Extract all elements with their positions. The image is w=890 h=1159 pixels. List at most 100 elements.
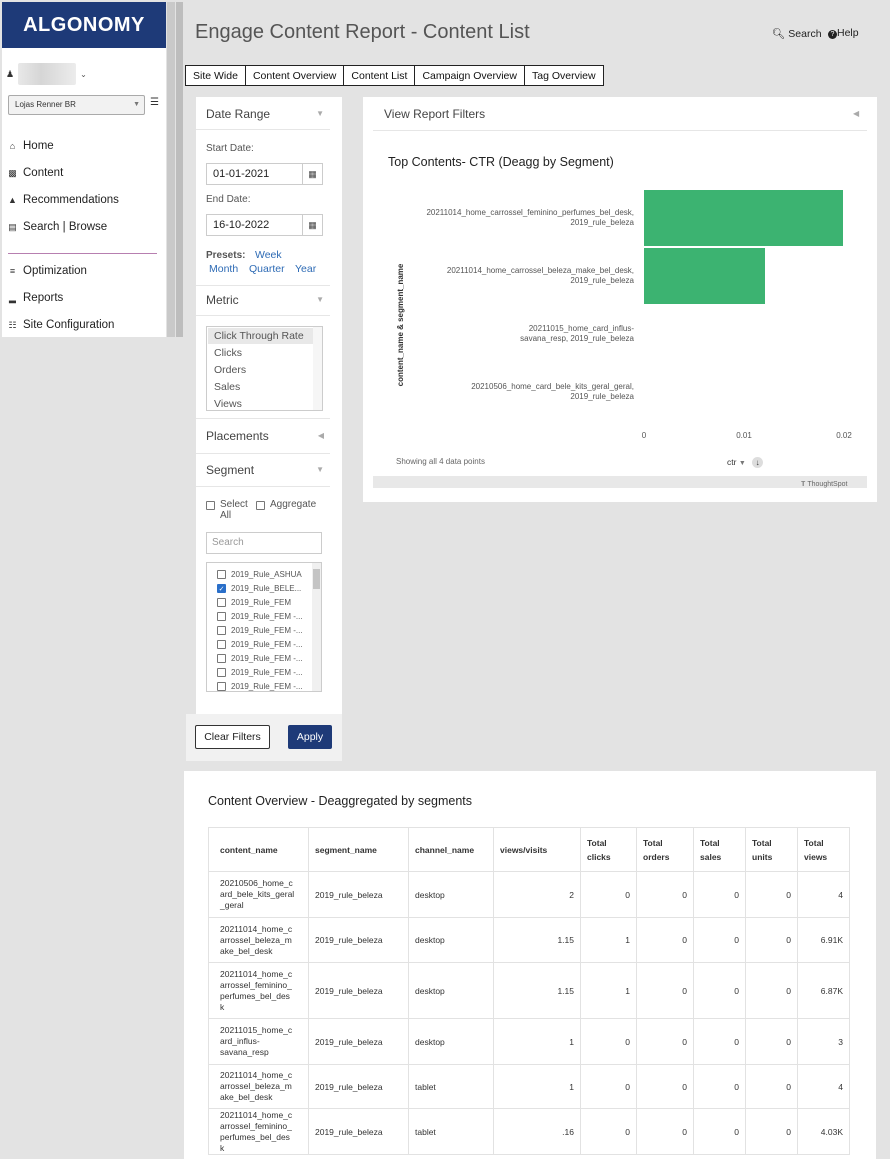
- select-all-toggle[interactable]: Select All: [206, 499, 258, 521]
- checkbox[interactable]: [217, 598, 226, 607]
- list-icon[interactable]: ☰: [150, 97, 159, 108]
- checkbox[interactable]: [217, 654, 226, 663]
- sidebar: ALGONOMY ♟ ⌄ Lojas Renner BR ▼ ☰ ⌂ Home ▩…: [2, 2, 166, 337]
- metric-scrollbar[interactable]: [313, 327, 322, 410]
- end-date-input[interactable]: 16-10-2022: [206, 214, 303, 236]
- help-link[interactable]: ? Help: [828, 27, 859, 39]
- checkbox[interactable]: [217, 668, 226, 677]
- sidebar-item-content[interactable]: ▩ Content: [8, 164, 63, 182]
- checkbox[interactable]: [206, 501, 215, 510]
- table-row[interactable]: 20211014_home_c arrossel_beleza_m ake_be…: [208, 917, 850, 963]
- sidebar-item-site-configuration[interactable]: ☷ Site Configuration: [8, 316, 114, 334]
- segment-list[interactable]: 2019_Rule_ASHUA ✓ 2019_Rule_BELE... 2019_…: [206, 562, 322, 692]
- user-icon: ♟: [6, 68, 15, 79]
- checkbox[interactable]: [217, 626, 226, 635]
- site-select[interactable]: Lojas Renner BR ▼: [8, 95, 145, 115]
- chevron-left-icon[interactable]: ◀: [318, 431, 324, 440]
- table-cell: 0: [693, 962, 746, 1019]
- sidebar-item-reports[interactable]: ▂ Reports: [8, 289, 63, 307]
- segment-option[interactable]: 2019_Rule_FEM -...: [217, 612, 303, 621]
- start-date-input[interactable]: 01-01-2021: [206, 163, 303, 185]
- segment-header[interactable]: Segment: [206, 463, 254, 477]
- column-header[interactable]: content_name: [208, 827, 309, 872]
- checkbox[interactable]: [256, 501, 265, 510]
- metric-option[interactable]: Views: [214, 398, 242, 410]
- calendar-icon[interactable]: ▦: [303, 214, 323, 236]
- metric-option[interactable]: Clicks: [214, 347, 242, 359]
- segment-option[interactable]: 2019_Rule_FEM -...: [217, 654, 303, 663]
- column-header[interactable]: Total orders: [636, 827, 694, 872]
- table-row[interactable]: 20211014_home_c arrossel_feminino_ perfu…: [208, 1108, 850, 1155]
- checkbox[interactable]: [217, 612, 226, 621]
- x-tick-label: 0: [642, 431, 647, 440]
- calendar-icon[interactable]: ▦: [303, 163, 323, 185]
- page-scrollbar[interactable]: [176, 2, 183, 337]
- segment-search-input[interactable]: Search: [206, 532, 322, 554]
- segment-scrollbar[interactable]: [312, 563, 321, 691]
- preset-month[interactable]: Month: [209, 263, 238, 275]
- metric-option[interactable]: Orders: [214, 364, 246, 376]
- checkbox[interactable]: [217, 570, 226, 579]
- column-header[interactable]: segment_name: [308, 827, 409, 872]
- preset-year[interactable]: Year: [295, 263, 316, 275]
- table-row[interactable]: 20210506_home_c ard_bele_kits_geral _ger…: [208, 871, 850, 918]
- column-header[interactable]: views/visits: [493, 827, 581, 872]
- preset-quarter[interactable]: Quarter: [249, 263, 285, 275]
- chevron-down-icon[interactable]: ▼: [316, 465, 324, 474]
- date-range-header[interactable]: Date Range: [206, 107, 270, 121]
- aggregate-toggle[interactable]: Aggregate: [256, 499, 316, 510]
- tab-tag-overview[interactable]: Tag Overview: [523, 65, 604, 86]
- search-link[interactable]: 🔍︎ Search: [772, 27, 822, 40]
- segment-option[interactable]: 2019_Rule_FEM -...: [217, 668, 303, 677]
- column-header[interactable]: Total clicks: [580, 827, 637, 872]
- table-row[interactable]: 20211014_home_c arrossel_beleza_m ake_be…: [208, 1064, 850, 1109]
- view-report-filters-header[interactable]: View Report Filters: [384, 107, 485, 121]
- segment-option[interactable]: 2019_Rule_FEM: [217, 598, 291, 607]
- sidebar-item-search-browse[interactable]: ▤ Search | Browse: [8, 218, 107, 236]
- sort-icon[interactable]: ↓: [752, 457, 764, 468]
- metric-option[interactable]: Sales: [214, 381, 240, 393]
- preset-week[interactable]: Week: [255, 249, 282, 261]
- tab-content-list[interactable]: Content List: [343, 65, 416, 86]
- table-cell: 20211014_home_c arrossel_feminino_ perfu…: [208, 1108, 309, 1155]
- column-header[interactable]: channel_name: [408, 827, 494, 872]
- table-cell: desktop: [408, 1018, 494, 1065]
- metric-option[interactable]: Click Through Rate: [214, 330, 304, 342]
- chevron-down-icon[interactable]: ▼: [316, 109, 324, 118]
- x-axis-selector[interactable]: ctr ▼ ↓: [727, 457, 764, 468]
- chevron-down-icon[interactable]: ▼: [316, 295, 324, 304]
- checkbox[interactable]: [217, 640, 226, 649]
- metric-list[interactable]: Click Through Rate Clicks Orders Sales V…: [206, 326, 323, 411]
- caret-down-icon: ▼: [738, 460, 746, 467]
- segment-option[interactable]: 2019_Rule_ASHUA: [217, 570, 302, 579]
- segment-label: 2019_Rule_FEM -...: [231, 626, 303, 635]
- column-header[interactable]: Total units: [745, 827, 798, 872]
- sidebar-item-recommendations[interactable]: ▲ Recommendations: [8, 191, 119, 209]
- segment-option[interactable]: 2019_Rule_FEM -...: [217, 682, 303, 691]
- segment-option[interactable]: 2019_Rule_FEM -...: [217, 626, 303, 635]
- segment-option[interactable]: ✓ 2019_Rule_BELE...: [217, 584, 301, 593]
- table-cell: 20210506_home_c ard_bele_kits_geral _ger…: [208, 871, 309, 918]
- metric-header[interactable]: Metric: [206, 293, 239, 307]
- sidebar-item-optimization[interactable]: ≡ Optimization: [8, 262, 87, 280]
- sidebar-scrollbar[interactable]: [167, 2, 175, 337]
- column-header[interactable]: Total views: [797, 827, 850, 872]
- home-icon: ⌂: [9, 141, 16, 151]
- algonomy-logo[interactable]: ALGONOMY: [2, 2, 166, 48]
- segment-option[interactable]: 2019_Rule_FEM -...: [217, 640, 303, 649]
- clear-filters-button[interactable]: Clear Filters: [195, 725, 270, 749]
- chevron-left-icon[interactable]: ◀: [853, 109, 859, 118]
- tab-campaign-overview[interactable]: Campaign Overview: [414, 65, 525, 86]
- sidebar-item-home[interactable]: ⌂ Home: [8, 137, 54, 155]
- tab-content-overview[interactable]: Content Overview: [244, 65, 345, 86]
- checkbox-checked[interactable]: ✓: [217, 584, 226, 593]
- placements-header[interactable]: Placements: [206, 429, 269, 443]
- table-row[interactable]: 20211015_home_c ard_influs- savana_resp 2…: [208, 1018, 850, 1065]
- scroll-thumb[interactable]: [313, 569, 320, 589]
- apply-button[interactable]: Apply: [288, 725, 332, 749]
- tab-site-wide[interactable]: Site Wide: [185, 65, 246, 86]
- checkbox[interactable]: [217, 682, 226, 691]
- column-header[interactable]: Total sales: [693, 827, 746, 872]
- table-row[interactable]: 20211014_home_c arrossel_feminino_ perfu…: [208, 962, 850, 1019]
- user-menu[interactable]: ♟ ⌄: [6, 63, 87, 85]
